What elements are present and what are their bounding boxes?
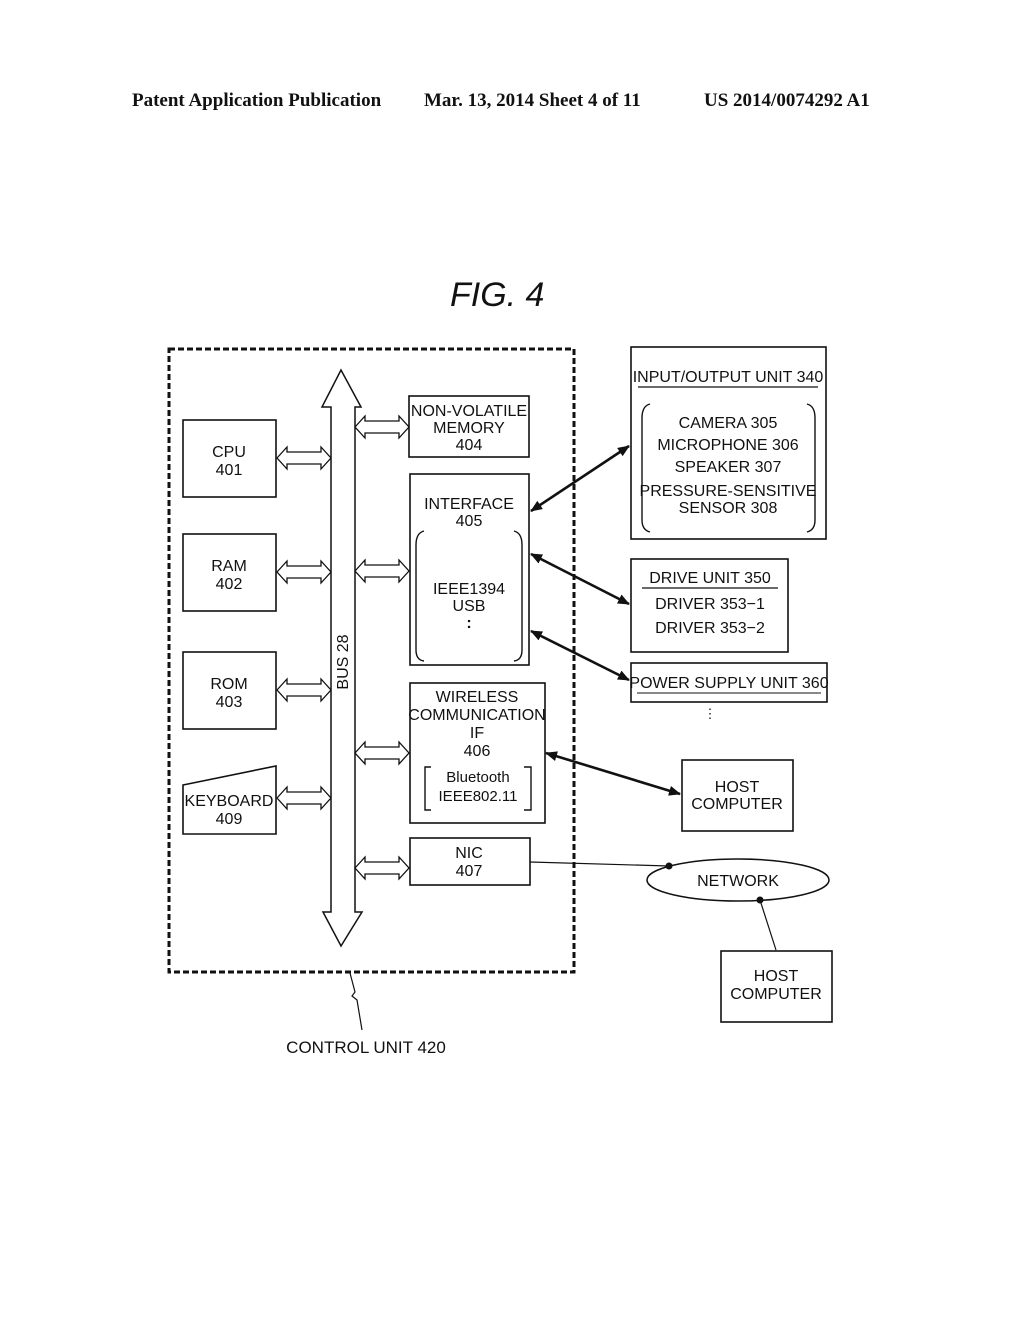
wireless-item-bluetooth: Bluetooth (446, 769, 509, 786)
wireless-item-ieee80211: IEEE802.11 (439, 788, 518, 805)
cpu-ref: 401 (216, 462, 243, 479)
io-item-microphone: MICROPHONE 306 (657, 437, 798, 454)
wireless-line3: IF (470, 725, 484, 742)
host1-line1: HOST (715, 779, 760, 796)
host2-line2: COMPUTER (730, 986, 822, 1003)
ram-ref: 402 (216, 576, 243, 593)
control-unit-leader (349, 972, 363, 1031)
interface-bus-arrow (354, 558, 410, 584)
nvm-bus-arrow (354, 414, 410, 440)
wireless-bus-arrow (354, 740, 410, 766)
nvm-ref: 404 (456, 437, 483, 454)
drive-item-2: DRIVER 353−2 (655, 620, 765, 637)
io-unit-title: INPUT/OUTPUT UNIT 340 (633, 369, 824, 386)
keyboard-bus-arrow (276, 785, 332, 811)
nvm-line2: MEMORY (433, 420, 505, 437)
network-label: NETWORK (697, 873, 779, 890)
rom-name: ROM (210, 676, 247, 693)
keyboard-block: KEYBOARD 409 (182, 765, 277, 835)
host1-line2: COMPUTER (691, 796, 783, 813)
ram-name: RAM (211, 558, 247, 575)
interface-item-more: : (466, 615, 471, 632)
drive-unit-title: DRIVE UNIT 350 (649, 570, 771, 587)
drive-item-1: DRIVER 353−1 (655, 596, 765, 613)
keyboard-ref: 409 (216, 811, 243, 828)
drive-unit-block: DRIVE UNIT 350 DRIVER 353−1 DRIVER 353−2 (630, 558, 789, 653)
nic-ref: 407 (456, 863, 483, 880)
wireless-communication-block: WIRELESS COMMUNICATION IF 406 Bluetooth … (408, 682, 546, 824)
power-supply-title: POWER SUPPLY UNIT 360 (629, 675, 828, 692)
bus-label: BUS 28 (335, 634, 352, 689)
ram-bus-arrow (276, 559, 332, 585)
more-units-ellipsis: ⋮ (704, 706, 717, 721)
rom-ref: 403 (216, 694, 243, 711)
rom-bus-arrow (276, 677, 332, 703)
interface-io-arrow (530, 444, 630, 513)
cpu-name: CPU (212, 444, 246, 461)
nic-network-line (529, 861, 670, 867)
io-item-pressure-sensor-2: SENSOR 308 (679, 500, 778, 517)
interface-block: INTERFACE 405 IEEE1394 USB : (409, 473, 530, 666)
interface-ref: 405 (456, 513, 483, 530)
interface-drive-arrow (530, 552, 630, 606)
control-unit-label: CONTROL UNIT 420 (286, 1038, 446, 1057)
power-supply-block: POWER SUPPLY UNIT 360 ⋮ (629, 662, 829, 721)
host-computer-1-block: HOST COMPUTER (681, 759, 794, 832)
cpu-block: CPU 401 (182, 419, 277, 498)
io-item-speaker: SPEAKER 307 (675, 459, 782, 476)
cpu-bus-arrow (276, 445, 332, 471)
io-item-pressure-sensor-1: PRESSURE-SENSITIVE (640, 483, 817, 500)
nic-block: NIC 407 (409, 837, 531, 886)
interface-power-arrow (530, 629, 630, 682)
ram-block: RAM 402 (182, 533, 277, 612)
nic-bus-arrow (354, 855, 410, 881)
nonvolatile-memory-block: NON-VOLATILE MEMORY 404 (408, 395, 530, 458)
interface-item-usb: USB (453, 598, 486, 615)
io-item-camera: CAMERA 305 (679, 415, 778, 432)
host-computer-2-block: HOST COMPUTER (720, 950, 833, 1023)
host2-line1: HOST (754, 968, 799, 985)
wireless-line2: COMMUNICATION (408, 707, 545, 724)
network-node-nic (665, 862, 673, 870)
wireless-ref: 406 (464, 743, 491, 760)
wireless-host-arrow (545, 751, 681, 796)
interface-name: INTERFACE (424, 496, 514, 513)
nic-name: NIC (455, 845, 483, 862)
nvm-line1: NON-VOLATILE (411, 403, 527, 420)
keyboard-name: KEYBOARD (185, 793, 274, 810)
network-host-line (759, 899, 777, 951)
wireless-line1: WIRELESS (436, 689, 519, 706)
io-unit-block: INPUT/OUTPUT UNIT 340 CAMERA 305 MICROPH… (630, 346, 827, 540)
block-diagram: BUS 28 CPU 401 RAM 402 ROM 403 KEYBOARD … (167, 346, 833, 1057)
rom-block: ROM 403 (182, 651, 277, 730)
interface-item-ieee1394: IEEE1394 (433, 581, 505, 598)
